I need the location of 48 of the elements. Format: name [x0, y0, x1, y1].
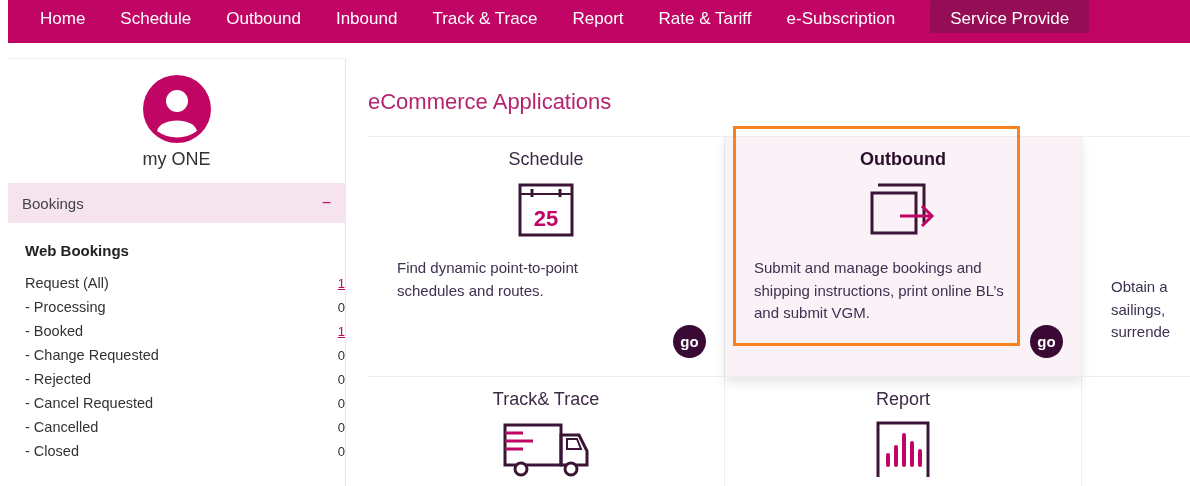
nav-tab[interactable]: Service Provide	[930, 0, 1090, 33]
app-card[interactable]: Track& Trace	[368, 377, 725, 486]
count: 0	[337, 419, 345, 435]
nav-tab[interactable]: e-Subscription	[786, 0, 896, 33]
count: 0	[337, 395, 345, 411]
status-label: - Cancelled	[25, 419, 99, 435]
section-header[interactable]: Bookings −	[8, 183, 345, 223]
card-title: Schedule	[508, 149, 584, 171]
card-title: Outbound	[860, 149, 946, 171]
count-link[interactable]: 1	[337, 275, 345, 291]
status-label: - Closed	[25, 443, 79, 459]
nav-tab[interactable]: Inbound	[335, 0, 398, 33]
count: 0	[337, 299, 345, 315]
status-label: - Cancel Requested	[25, 395, 154, 411]
status-label: - Processing	[25, 299, 106, 315]
card-title: Report	[876, 389, 930, 411]
count-link[interactable]: 1	[337, 323, 345, 339]
count: 0	[337, 371, 345, 387]
status-label: Request (All)	[25, 275, 109, 291]
collapse-toggle[interactable]: −	[321, 194, 331, 212]
nav-tab[interactable]: Outbound	[226, 0, 301, 33]
card-description: Find dynamic point-to-point schedules and routes.	[396, 258, 579, 301]
nav-tab[interactable]: Track & Trace	[432, 0, 538, 33]
card-description: Obtain a sailings, surrende	[1110, 277, 1172, 342]
app-card[interactable]: Obtain a sailings, surrende	[1082, 137, 1190, 377]
card-description: Submit and manage bookings and shipping instructions, print online BL’s and submit VGM.	[753, 258, 1005, 323]
go-button[interactable]: go	[1030, 325, 1063, 358]
app-card[interactable]: Outbound Submit and manage bookings and shipping instructions, print online BL’s and submit VGM. go	[725, 137, 1082, 377]
export-icon	[870, 181, 936, 237]
nav-tab[interactable]: Schedule	[120, 0, 192, 33]
status-label: - Rejected	[25, 371, 92, 387]
avatar-icon	[142, 75, 211, 143]
user-name: my ONE	[142, 149, 211, 170]
app-card[interactable]: Report	[725, 377, 1082, 486]
go-button[interactable]: go	[673, 325, 706, 358]
nav-tab[interactable]: Home	[40, 0, 86, 33]
nav-tab[interactable]: Rate & Tariff	[658, 0, 752, 33]
page-title: eCommerce Applications	[368, 89, 613, 116]
section-title: Bookings	[22, 194, 84, 212]
calendar-icon: 25	[518, 181, 574, 237]
count: 0	[337, 443, 345, 459]
chart-icon	[876, 421, 930, 477]
status-label: - Booked	[25, 323, 84, 339]
status-label: - Change Requested	[25, 347, 159, 363]
card-title: Track& Trace	[492, 389, 600, 411]
nav-tab[interactable]: Report	[572, 0, 624, 33]
count: 0	[337, 347, 345, 363]
group-title: Web Bookings	[25, 242, 130, 259]
